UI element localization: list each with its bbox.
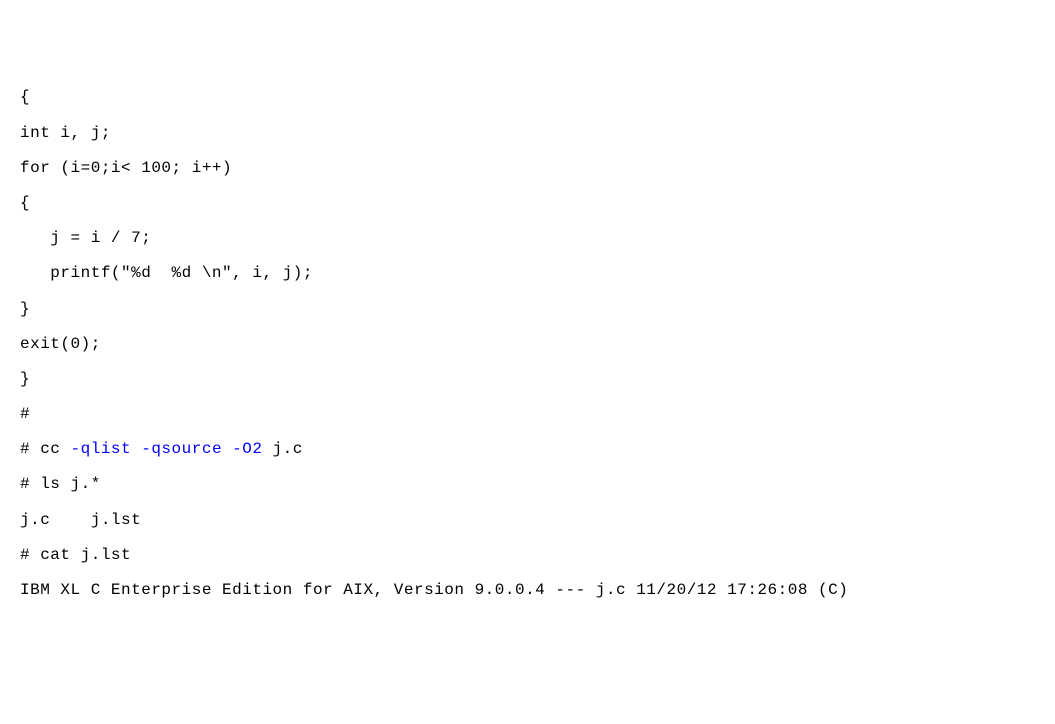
code-line: exit(0); <box>20 327 1035 362</box>
shell-command-ls: # ls j.* <box>20 467 1035 502</box>
command-suffix: j.c <box>262 440 302 458</box>
code-line: j = i / 7; <box>20 221 1035 256</box>
command-prefix: # cc <box>20 440 71 458</box>
code-line: } <box>20 292 1035 327</box>
compiler-flags: -qlist -qsource -O2 <box>71 440 263 458</box>
shell-prompt: # <box>20 397 1035 432</box>
code-line: for (i=0;i< 100; i++) <box>20 151 1035 186</box>
shell-command-compile: # cc -qlist -qsource -O2 j.c <box>20 432 1035 467</box>
shell-command-cat: # cat j.lst <box>20 538 1035 573</box>
code-line: { <box>20 186 1035 221</box>
compiler-banner: IBM XL C Enterprise Edition for AIX, Ver… <box>20 573 1035 608</box>
code-line: int i, j; <box>20 116 1035 151</box>
code-line: { <box>20 80 1035 115</box>
shell-output: j.c j.lst <box>20 503 1035 538</box>
code-line: } <box>20 362 1035 397</box>
code-line: printf("%d %d \n", i, j); <box>20 256 1035 291</box>
